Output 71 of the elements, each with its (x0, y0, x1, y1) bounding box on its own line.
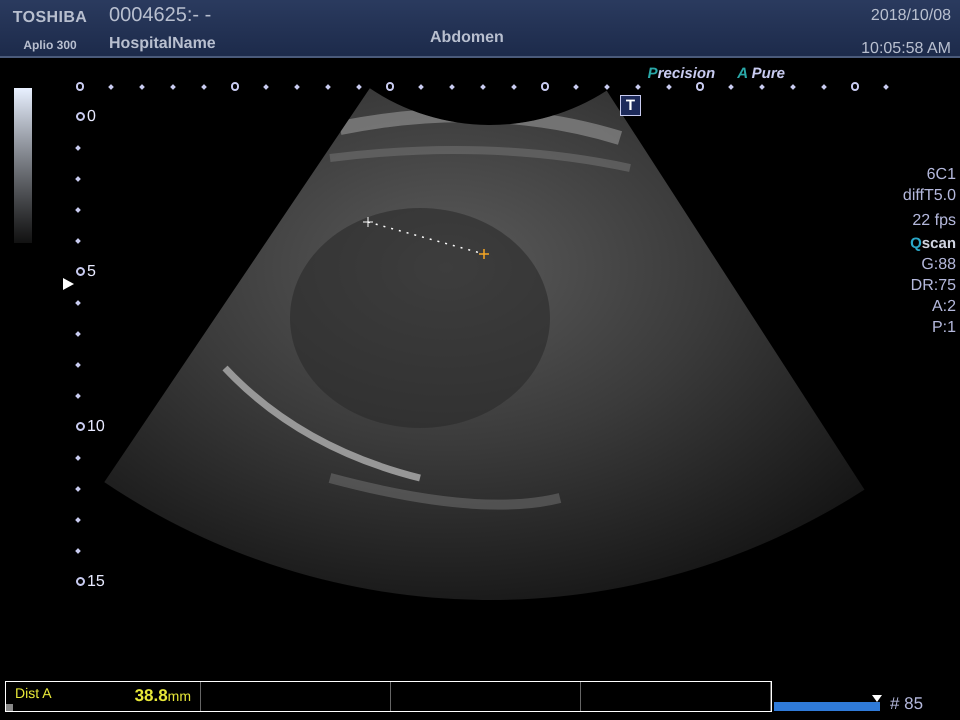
scale-tick (759, 84, 765, 90)
imaging-parameter: 22 fps (912, 211, 956, 231)
scale-tick (263, 84, 269, 90)
scale-tick (170, 84, 176, 90)
scale-tick (75, 516, 81, 522)
scale-tick (356, 84, 362, 90)
scale-tick (201, 84, 207, 90)
scale-tick (75, 238, 81, 244)
scan-mode-label: Qscan (910, 234, 956, 254)
scale-tick (449, 84, 455, 90)
image-mode-label: A Pure (737, 64, 785, 84)
measurement-value: 38.8mm (134, 685, 191, 707)
scale-marker (850, 82, 859, 91)
time: 10:05:58 AM (861, 39, 951, 59)
scale-tick (418, 84, 424, 90)
scale-tick (325, 84, 331, 90)
scale-marker (540, 82, 550, 91)
scale-tick (75, 486, 81, 492)
scale-marker (230, 82, 240, 91)
depth-label: 5 (87, 264, 96, 280)
scale-tick (480, 84, 486, 90)
imaging-parameter: G:88 (921, 255, 956, 275)
patient-id: 0004625:- - (109, 3, 212, 28)
scale-tick (75, 176, 81, 182)
mode-badge: T (620, 95, 641, 116)
scale-marker (76, 267, 85, 276)
scale-tick (75, 330, 81, 336)
scale-tick (75, 362, 81, 368)
depth-label: 15 (87, 574, 105, 590)
imaging-parameter: diffT5.0 (902, 186, 956, 206)
imaging-parameter: DR:75 (910, 276, 956, 296)
imaging-parameter: 6C1 (926, 165, 956, 185)
scale-tick (882, 84, 889, 90)
exam-name: Abdomen (430, 28, 504, 48)
measurement-label: Dist A (15, 684, 52, 703)
date: 2018/10/08 (870, 6, 951, 26)
scale-tick (820, 84, 827, 90)
scale-tick (75, 548, 81, 554)
scale-tick (75, 206, 81, 212)
scale-tick (573, 84, 579, 90)
scale-tick (75, 144, 81, 150)
scale-tick (294, 84, 300, 90)
scale-tick (728, 84, 734, 90)
scale-marker (76, 422, 85, 431)
scale-tick (604, 84, 610, 90)
depth-label: 0 (87, 108, 96, 124)
scale-tick (108, 84, 114, 90)
cine-position-icon (872, 695, 882, 702)
scale-tick (75, 392, 81, 398)
scale-marker (76, 577, 85, 586)
scale-tick (635, 84, 641, 90)
scale-tick (75, 454, 81, 460)
hospital-name: HospitalName (109, 34, 217, 54)
scale-tick (75, 300, 81, 306)
model-name: Aplio 300 (23, 37, 77, 54)
brand-logo: TOSHIBA (12, 8, 88, 28)
focus-marker-icon (63, 278, 74, 290)
scale-marker (386, 82, 394, 91)
corner-marker-icon (6, 704, 13, 711)
frame-counter: # 85 (890, 695, 924, 712)
depth-label: 10 (87, 418, 105, 434)
imaging-parameter: P:1 (932, 318, 956, 338)
scale-tick (139, 84, 145, 90)
scale-marker (696, 82, 704, 91)
scale-marker (76, 112, 85, 121)
scale-tick (790, 84, 796, 90)
scale-tick (511, 84, 517, 90)
scale-tick (666, 84, 672, 90)
scale-marker (76, 82, 84, 91)
imaging-parameter: A:2 (932, 297, 956, 317)
image-mode-label: Precision (648, 64, 716, 84)
